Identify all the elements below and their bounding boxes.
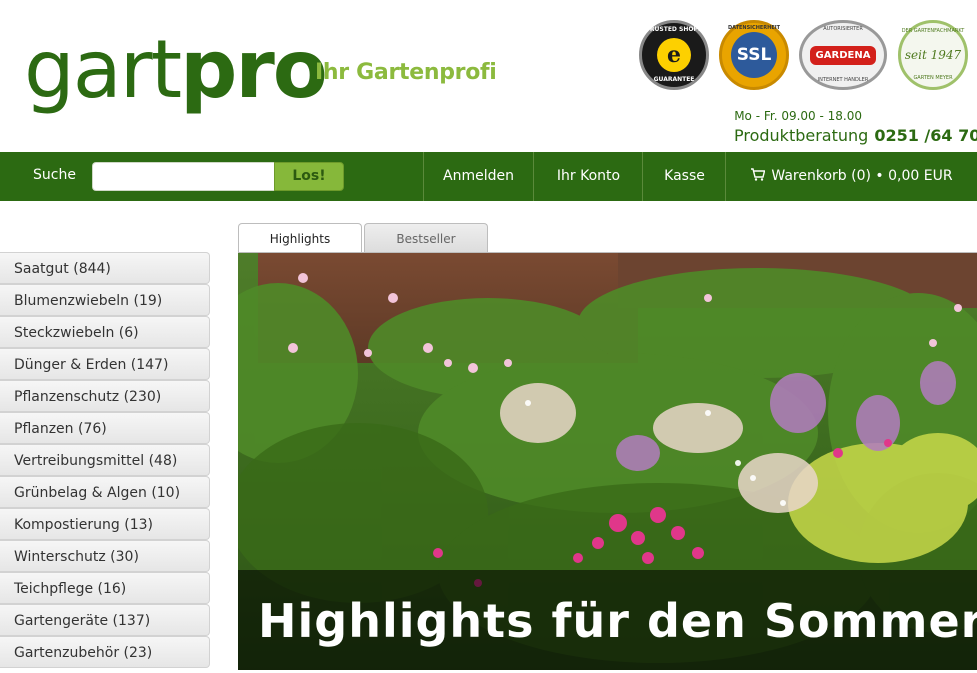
product-advice: Produktberatung 0251 /64 707 [734, 126, 977, 145]
garten-meyer-badge[interactable]: DER GARTENFACHMARKT seit 1947 GARTEN MEY… [898, 20, 968, 90]
category-item[interactable]: Gartenzubehör (23) [0, 636, 210, 668]
nav-login[interactable]: Anmelden [423, 152, 533, 201]
category-item[interactable]: Pflanzenschutz (230) [0, 380, 210, 412]
category-item[interactable]: Winterschutz (30) [0, 540, 210, 572]
category-item[interactable]: Saatgut (844) [0, 252, 210, 284]
category-item[interactable]: Kompostierung (13) [0, 508, 210, 540]
search-label: Suche [33, 167, 76, 183]
category-item[interactable]: Teichpflege (16) [0, 572, 210, 604]
gardena-ring-top: AUTORISIERTER [823, 26, 863, 32]
garten-meyer-mark: seit 1947 [904, 48, 962, 62]
hero-caption: Highlights für den Sommer [258, 594, 977, 648]
cart-icon [750, 152, 766, 201]
garten-meyer-ring-top: DER GARTENFACHMARKT [901, 28, 965, 34]
tab-bestseller[interactable]: Bestseller [364, 223, 488, 253]
trusted-shops-ring-bottom: GUARANTEE [653, 76, 695, 83]
search-input[interactable] [92, 162, 276, 191]
gardena-mark: GARDENA [809, 45, 877, 65]
trusted-shops-ring-top: TRUSTED SHOPS [645, 26, 703, 33]
main-navbar: Suche Los! Anmelden Ihr Konto Kasse Ware… [0, 152, 977, 201]
garten-meyer-ring-bottom: GARTEN MEYER [913, 75, 953, 81]
site-logo[interactable]: gartpro [24, 30, 328, 110]
category-sidebar: Saatgut (844) Blumenzwiebeln (19) Steckz… [0, 252, 210, 668]
opening-hours: Mo - Fr. 09.00 - 18.00 [734, 109, 862, 123]
cart-summary: Warenkorb (0) • 0,00 EUR [771, 168, 953, 184]
ssl-mark: SSL [731, 32, 777, 78]
category-item[interactable]: Blumenzwiebeln (19) [0, 284, 210, 316]
gardena-badge[interactable]: AUTORISIERTER GARDENA INTERNET HANDLER [799, 20, 887, 90]
category-item[interactable]: Grünbelag & Algen (10) [0, 476, 210, 508]
category-item[interactable]: Vertreibungsmittel (48) [0, 444, 210, 476]
nav-checkout[interactable]: Kasse [642, 152, 726, 201]
hero-banner[interactable]: Highlights für den Sommer [238, 252, 977, 670]
category-item[interactable]: Pflanzen (76) [0, 412, 210, 444]
gardena-ring-bottom: INTERNET HANDLER [817, 77, 869, 83]
category-item[interactable]: Dünger & Erden (147) [0, 348, 210, 380]
nav-account[interactable]: Ihr Konto [533, 152, 643, 201]
nav-cart[interactable]: Warenkorb (0) • 0,00 EUR [725, 152, 977, 201]
site-tagline: Ihr Gartenprofi [315, 60, 497, 85]
tab-highlights[interactable]: Highlights [238, 223, 362, 253]
search-button[interactable]: Los! [274, 162, 344, 191]
logo-part-light: gart [24, 23, 182, 116]
trusted-shops-mark: e [657, 38, 691, 72]
category-item[interactable]: Steckzwiebeln (6) [0, 316, 210, 348]
ssl-badge[interactable]: DATENSICHERHEIT SSL [719, 20, 789, 90]
product-advice-label: Produktberatung [734, 126, 869, 145]
trusted-shops-badge[interactable]: TRUSTED SHOPS e GUARANTEE [639, 20, 709, 90]
category-item[interactable]: Gartengeräte (137) [0, 604, 210, 636]
logo-part-bold: pro [180, 23, 328, 116]
product-advice-phone[interactable]: 0251 /64 707 [874, 126, 977, 145]
site-header: gartpro Ihr Gartenprofi TRUSTED SHOPS e … [0, 0, 977, 152]
ssl-ring-text: DATENSICHERHEIT [727, 25, 781, 31]
